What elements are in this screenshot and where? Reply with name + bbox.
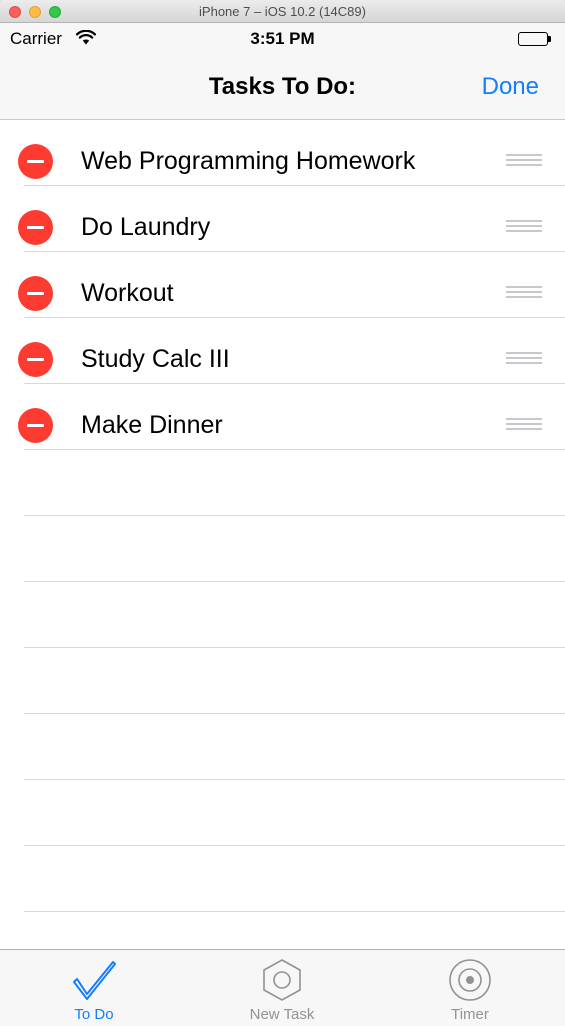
empty-row bbox=[0, 648, 565, 714]
minus-icon bbox=[27, 358, 44, 361]
task-label: Make Dinner bbox=[81, 411, 223, 439]
delete-row-button[interactable] bbox=[18, 276, 53, 311]
minus-icon bbox=[27, 226, 44, 229]
reorder-handle-icon[interactable] bbox=[506, 154, 542, 168]
reorder-handle-icon[interactable] bbox=[506, 352, 542, 366]
task-table[interactable]: Web Programming Homework Do Laundry Work… bbox=[0, 120, 565, 949]
window-title: iPhone 7 – iOS 10.2 (14C89) bbox=[199, 4, 366, 19]
tab-new-task[interactable]: New Task bbox=[188, 950, 376, 1026]
empty-row bbox=[0, 846, 565, 912]
reorder-handle-icon[interactable] bbox=[506, 418, 542, 432]
table-row[interactable]: Make Dinner bbox=[0, 384, 565, 450]
minus-icon bbox=[27, 424, 44, 427]
checkmark-icon bbox=[73, 961, 116, 1000]
task-label: Study Calc III bbox=[81, 345, 230, 373]
task-label: Workout bbox=[81, 279, 174, 307]
minus-icon bbox=[27, 160, 44, 163]
delete-row-button[interactable] bbox=[18, 342, 53, 377]
minus-icon bbox=[27, 292, 44, 295]
tab-label: New Task bbox=[249, 1006, 315, 1023]
empty-row bbox=[0, 582, 565, 648]
task-label: Do Laundry bbox=[81, 213, 211, 241]
reorder-handle-icon[interactable] bbox=[506, 286, 542, 300]
table-row[interactable]: Do Laundry bbox=[0, 186, 565, 252]
simulator-window: iPhone 7 – iOS 10.2 (14C89) Carrier 3:51… bbox=[0, 0, 565, 1026]
reorder-handle-icon[interactable] bbox=[506, 220, 542, 234]
tab-timer[interactable]: Timer bbox=[376, 950, 564, 1026]
empty-row bbox=[0, 714, 565, 780]
tab-bar: To Do New Task Timer bbox=[0, 949, 565, 1026]
row-separator bbox=[24, 911, 565, 912]
hexagon-icon bbox=[263, 959, 301, 1001]
status-time: 3:51 PM bbox=[250, 29, 315, 48]
task-label: Web Programming Homework bbox=[81, 147, 416, 175]
tab-to-do[interactable]: To Do bbox=[0, 950, 188, 1026]
window-titlebar: iPhone 7 – iOS 10.2 (14C89) bbox=[0, 0, 565, 23]
empty-row bbox=[0, 450, 565, 516]
battery-icon bbox=[518, 32, 551, 46]
tab-label: To Do bbox=[74, 1006, 114, 1023]
delete-row-button[interactable] bbox=[18, 210, 53, 245]
page-title: Tasks To Do: bbox=[208, 73, 357, 100]
delete-row-button[interactable] bbox=[18, 144, 53, 179]
table-row[interactable]: Web Programming Homework bbox=[0, 120, 565, 186]
empty-row bbox=[0, 780, 565, 846]
navigation-bar: Tasks To Do: Done bbox=[0, 54, 565, 120]
table-row[interactable]: Study Calc III bbox=[0, 318, 565, 384]
tab-label: Timer bbox=[451, 1006, 489, 1023]
timer-icon bbox=[449, 959, 491, 1001]
empty-row bbox=[0, 516, 565, 582]
table-row[interactable]: Workout bbox=[0, 252, 565, 318]
delete-row-button[interactable] bbox=[18, 408, 53, 443]
done-button[interactable]: Done bbox=[482, 73, 539, 101]
status-bar: Carrier 3:51 PM bbox=[0, 23, 565, 54]
